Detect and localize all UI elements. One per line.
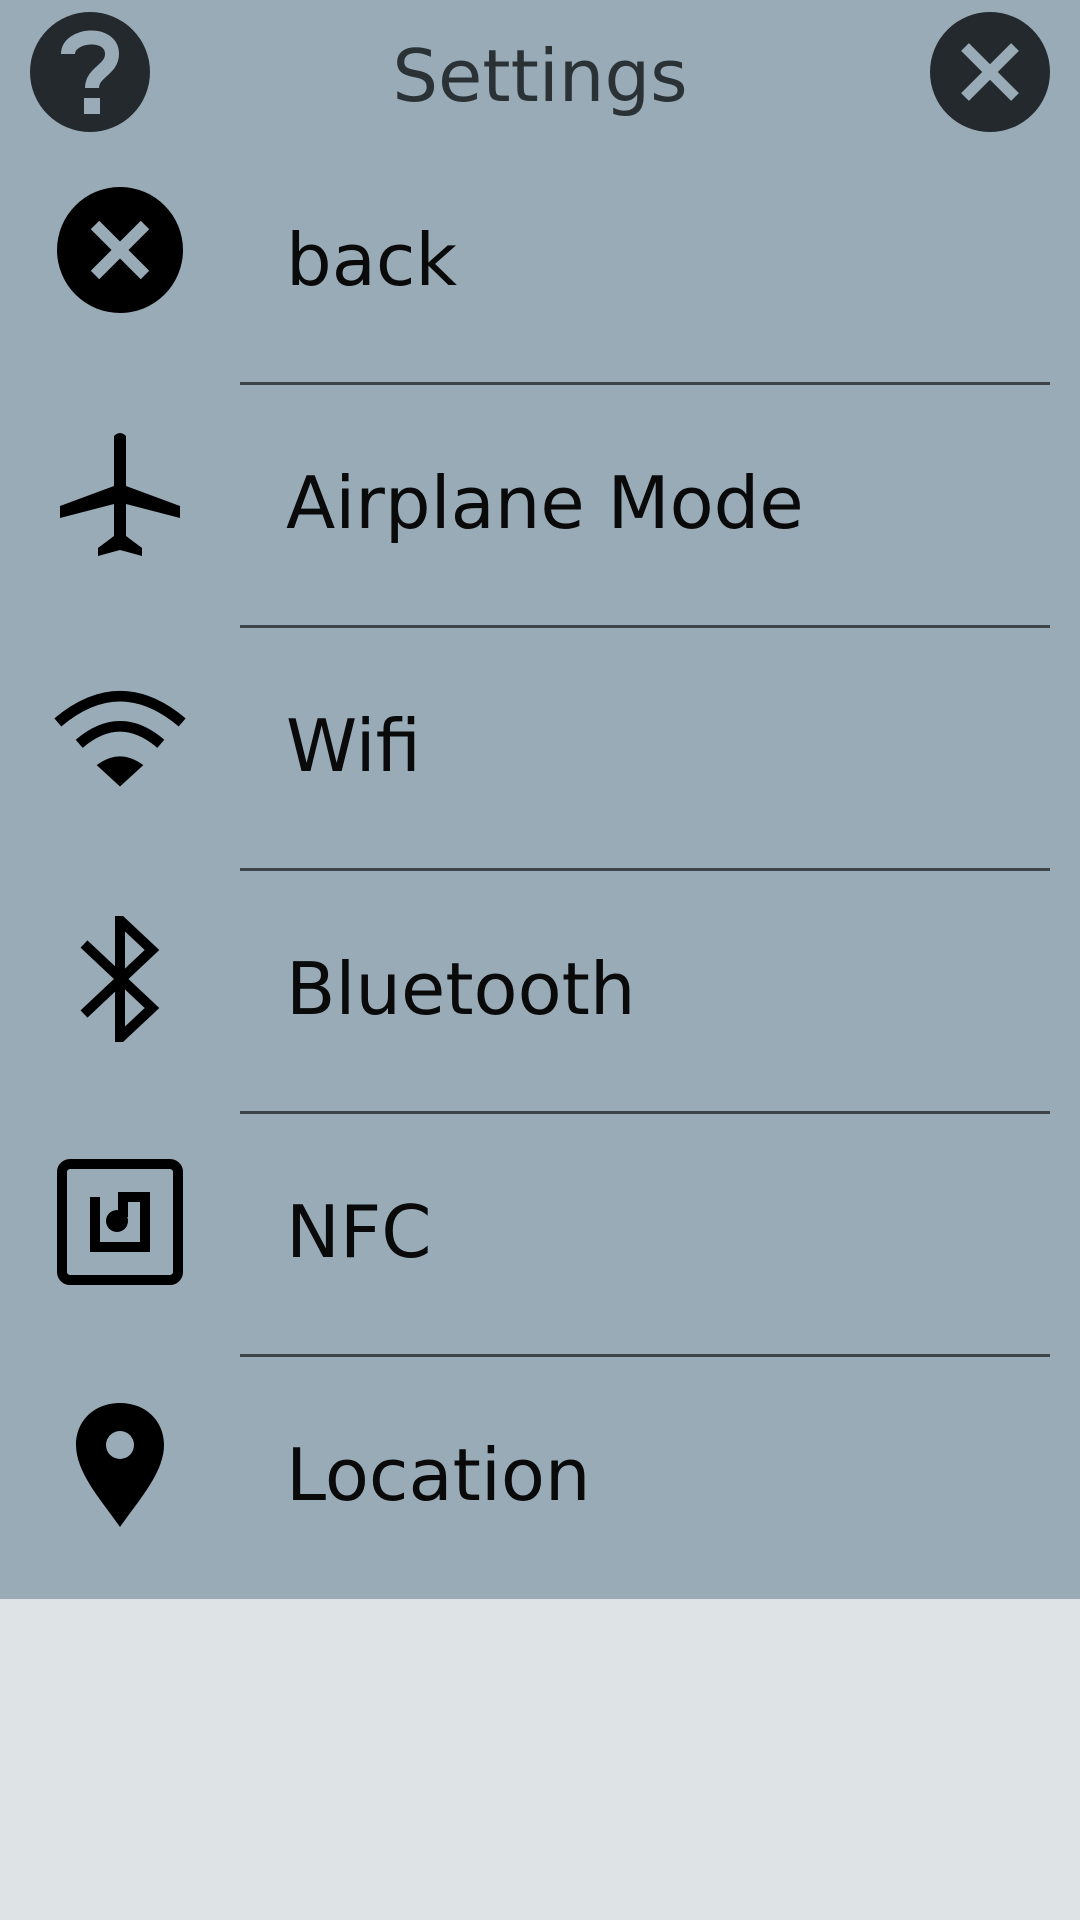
close-button[interactable] bbox=[930, 12, 1050, 132]
settings-panel: Settings back Airplane Mode Wifi Bluetoo… bbox=[0, 0, 1080, 1599]
header: Settings bbox=[0, 0, 1080, 150]
list-item-wifi[interactable]: Wifi bbox=[0, 636, 1080, 879]
list-item-airplane-mode[interactable]: Airplane Mode bbox=[0, 393, 1080, 636]
list-item-back[interactable]: back bbox=[0, 150, 1080, 393]
list-item-label: Location bbox=[286, 1433, 591, 1517]
list-item-label: Bluetooth bbox=[286, 947, 636, 1031]
list-item-label: Wifi bbox=[286, 704, 421, 788]
location-pin-icon bbox=[52, 1397, 188, 1533]
divider bbox=[240, 868, 1050, 871]
list-item-location[interactable]: Location bbox=[0, 1365, 1080, 1608]
airplane-icon bbox=[52, 425, 188, 561]
back-close-circle-icon bbox=[52, 182, 188, 318]
settings-list: back Airplane Mode Wifi Bluetooth NFC Lo… bbox=[0, 150, 1080, 1608]
bluetooth-icon bbox=[52, 911, 188, 1047]
list-item-label: back bbox=[286, 218, 458, 302]
nfc-icon bbox=[52, 1154, 188, 1290]
divider bbox=[240, 1111, 1050, 1114]
divider bbox=[240, 382, 1050, 385]
list-item-nfc[interactable]: NFC bbox=[0, 1122, 1080, 1365]
divider bbox=[240, 625, 1050, 628]
page-title: Settings bbox=[392, 34, 688, 118]
wifi-icon bbox=[52, 668, 188, 804]
close-x-icon bbox=[961, 43, 1019, 101]
divider bbox=[240, 1354, 1050, 1357]
list-item-bluetooth[interactable]: Bluetooth bbox=[0, 879, 1080, 1122]
list-item-label: NFC bbox=[286, 1190, 432, 1274]
list-item-label: Airplane Mode bbox=[286, 461, 804, 545]
